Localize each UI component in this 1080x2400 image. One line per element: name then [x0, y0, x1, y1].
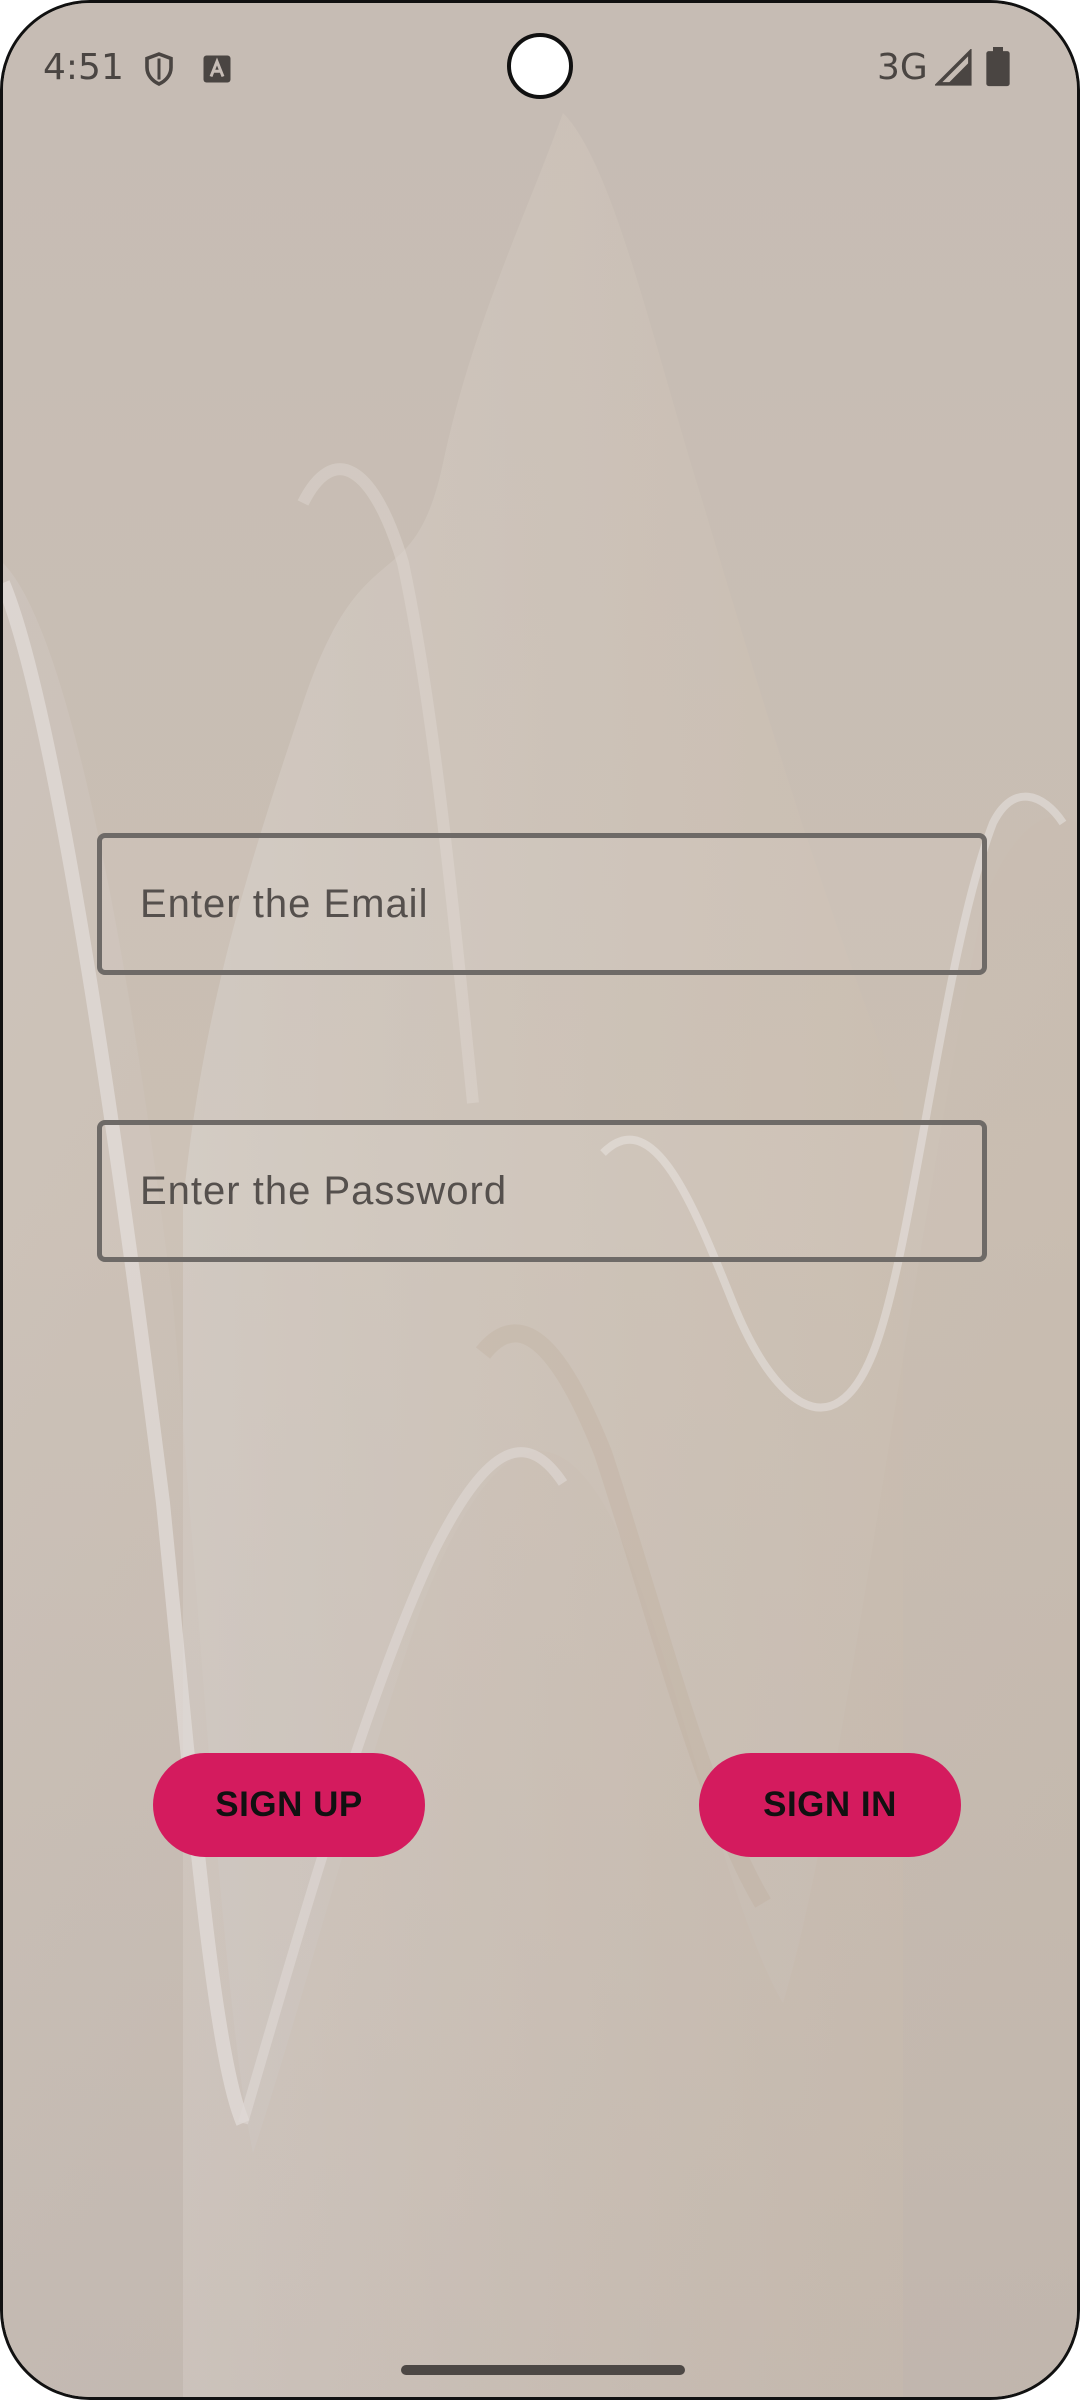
shield-icon [145, 52, 173, 86]
phone-screen: 4:51 3G SIGN UP SIGN IN [0, 0, 1080, 2400]
status-bar: 4:51 3G [3, 3, 1077, 133]
home-indicator[interactable] [401, 2365, 685, 2375]
camera-cutout [507, 33, 573, 99]
email-field[interactable] [97, 833, 987, 975]
sign-in-button[interactable]: SIGN IN [699, 1753, 961, 1857]
email-input[interactable] [102, 838, 982, 970]
battery-icon [986, 47, 1010, 87]
signal-icon [935, 49, 972, 86]
password-field[interactable] [97, 1120, 987, 1262]
network-type: 3G [877, 47, 928, 88]
status-time: 4:51 [43, 47, 124, 88]
sign-up-button[interactable]: SIGN UP [153, 1753, 425, 1857]
font-a-icon [203, 55, 231, 83]
password-input[interactable] [102, 1125, 982, 1257]
